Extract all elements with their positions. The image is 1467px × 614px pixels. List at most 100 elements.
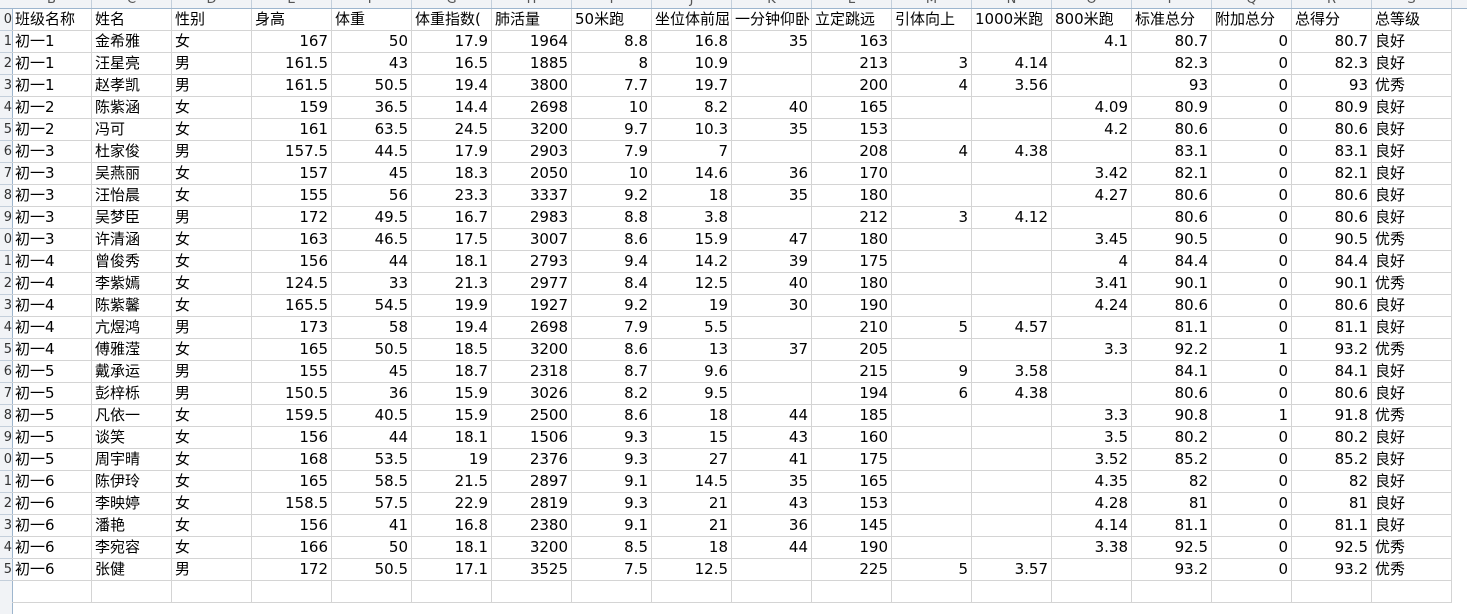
table-cell[interactable]: 男 <box>172 207 252 229</box>
column-letter[interactable]: Q <box>1212 0 1292 8</box>
row-number[interactable]: 1 <box>0 251 12 273</box>
table-cell[interactable]: 90.1 <box>1132 273 1212 295</box>
table-cell[interactable]: 冯可 <box>92 119 172 141</box>
table-cell[interactable]: 18.7 <box>412 361 492 383</box>
table-cell[interactable]: 82 <box>1292 471 1372 493</box>
table-cell[interactable]: 9.7 <box>572 119 652 141</box>
table-cell[interactable]: 27 <box>652 449 732 471</box>
table-cell[interactable]: 17.9 <box>412 141 492 163</box>
table-cell[interactable]: 0 <box>1212 119 1292 141</box>
table-cell[interactable]: 3.38 <box>1052 537 1132 559</box>
table-cell[interactable]: 3200 <box>492 339 572 361</box>
table-cell[interactable]: 82.3 <box>1132 53 1212 75</box>
table-cell[interactable]: 良好 <box>1372 163 1452 185</box>
table-cell[interactable]: 23.3 <box>412 185 492 207</box>
table-cell[interactable]: 优秀 <box>1372 559 1452 581</box>
column-letter[interactable]: H <box>492 0 572 8</box>
table-cell[interactable] <box>1052 53 1132 75</box>
table-cell[interactable]: 2050 <box>492 163 572 185</box>
table-cell[interactable]: 16.5 <box>412 53 492 75</box>
table-cell[interactable] <box>1052 141 1132 163</box>
table-cell[interactable]: 8 <box>572 53 652 75</box>
column-letter[interactable]: E <box>252 0 332 8</box>
table-cell[interactable] <box>732 75 812 97</box>
table-cell[interactable]: 初一1 <box>12 31 92 53</box>
table-cell[interactable]: 男 <box>172 141 252 163</box>
table-cell[interactable]: 女 <box>172 97 252 119</box>
table-cell[interactable]: 4.14 <box>1052 515 1132 537</box>
column-letter[interactable]: K <box>732 0 812 8</box>
table-cell[interactable]: 33 <box>332 273 412 295</box>
column-header-cell[interactable]: 性别 <box>172 9 252 31</box>
table-cell[interactable]: 84.4 <box>1292 251 1372 273</box>
table-cell[interactable]: 陈伊玲 <box>92 471 172 493</box>
table-cell[interactable]: 54.5 <box>332 295 412 317</box>
table-cell[interactable] <box>892 119 972 141</box>
table-cell[interactable]: 2793 <box>492 251 572 273</box>
table-cell[interactable]: 9.4 <box>572 251 652 273</box>
table-cell[interactable]: 9.3 <box>572 427 652 449</box>
table-cell[interactable]: 0 <box>1212 97 1292 119</box>
table-cell[interactable] <box>972 251 1052 273</box>
table-cell[interactable]: 女 <box>172 295 252 317</box>
row-number[interactable]: 9 <box>0 427 12 449</box>
table-cell[interactable]: 80.6 <box>1132 119 1212 141</box>
table-cell[interactable]: 56 <box>332 185 412 207</box>
table-cell[interactable]: 7.7 <box>572 75 652 97</box>
table-cell[interactable]: 优秀 <box>1372 229 1452 251</box>
table-cell[interactable]: 2376 <box>492 449 572 471</box>
table-cell[interactable]: 165.5 <box>252 295 332 317</box>
column-header-cell[interactable]: 引体向上 <box>892 9 972 31</box>
table-cell[interactable]: 4 <box>892 141 972 163</box>
table-cell[interactable]: 张健 <box>92 559 172 581</box>
empty-cell[interactable] <box>812 581 892 603</box>
table-cell[interactable]: 43 <box>332 53 412 75</box>
table-cell[interactable]: 10 <box>572 163 652 185</box>
table-cell[interactable]: 19.4 <box>412 75 492 97</box>
table-cell[interactable]: 2977 <box>492 273 572 295</box>
row-number[interactable]: 8 <box>0 405 12 427</box>
table-cell[interactable]: 女 <box>172 273 252 295</box>
column-letter[interactable]: R <box>1292 0 1372 8</box>
table-cell[interactable] <box>892 295 972 317</box>
empty-cell[interactable] <box>412 581 492 603</box>
table-cell[interactable]: 165 <box>252 471 332 493</box>
table-cell[interactable] <box>1052 207 1132 229</box>
table-cell[interactable]: 43 <box>732 493 812 515</box>
table-cell[interactable]: 57.5 <box>332 493 412 515</box>
table-cell[interactable]: 4.12 <box>972 207 1052 229</box>
table-cell[interactable]: 50.5 <box>332 75 412 97</box>
row-number[interactable]: 1 <box>0 471 12 493</box>
table-cell[interactable]: 4.38 <box>972 383 1052 405</box>
table-cell[interactable]: 90.8 <box>1132 405 1212 427</box>
table-cell[interactable]: 初一5 <box>12 449 92 471</box>
row-number[interactable]: 0 <box>0 9 12 31</box>
table-cell[interactable]: 84.4 <box>1132 251 1212 273</box>
table-cell[interactable]: 良好 <box>1372 97 1452 119</box>
table-cell[interactable]: 35 <box>732 119 812 141</box>
table-cell[interactable]: 许清涵 <box>92 229 172 251</box>
empty-cell[interactable] <box>1212 581 1292 603</box>
table-cell[interactable]: 5 <box>892 317 972 339</box>
table-cell[interactable]: 10.3 <box>652 119 732 141</box>
row-number[interactable]: 6 <box>0 141 12 163</box>
row-number[interactable]: 4 <box>0 537 12 559</box>
table-cell[interactable]: 0 <box>1212 427 1292 449</box>
table-cell[interactable]: 194 <box>812 383 892 405</box>
table-cell[interactable]: 9.6 <box>652 361 732 383</box>
table-cell[interactable] <box>972 295 1052 317</box>
table-cell[interactable]: 156 <box>252 251 332 273</box>
table-cell[interactable] <box>892 515 972 537</box>
column-letter[interactable]: N <box>972 0 1052 8</box>
table-cell[interactable]: 0 <box>1212 383 1292 405</box>
table-cell[interactable]: 24.5 <box>412 119 492 141</box>
table-cell[interactable]: 吴梦臣 <box>92 207 172 229</box>
table-cell[interactable]: 1 <box>1212 405 1292 427</box>
table-cell[interactable]: 3.56 <box>972 75 1052 97</box>
table-cell[interactable]: 初一3 <box>12 207 92 229</box>
table-cell[interactable]: 159 <box>252 97 332 119</box>
table-cell[interactable]: 良好 <box>1372 449 1452 471</box>
table-cell[interactable]: 4 <box>1052 251 1132 273</box>
table-cell[interactable]: 3.42 <box>1052 163 1132 185</box>
table-cell[interactable]: 3007 <box>492 229 572 251</box>
